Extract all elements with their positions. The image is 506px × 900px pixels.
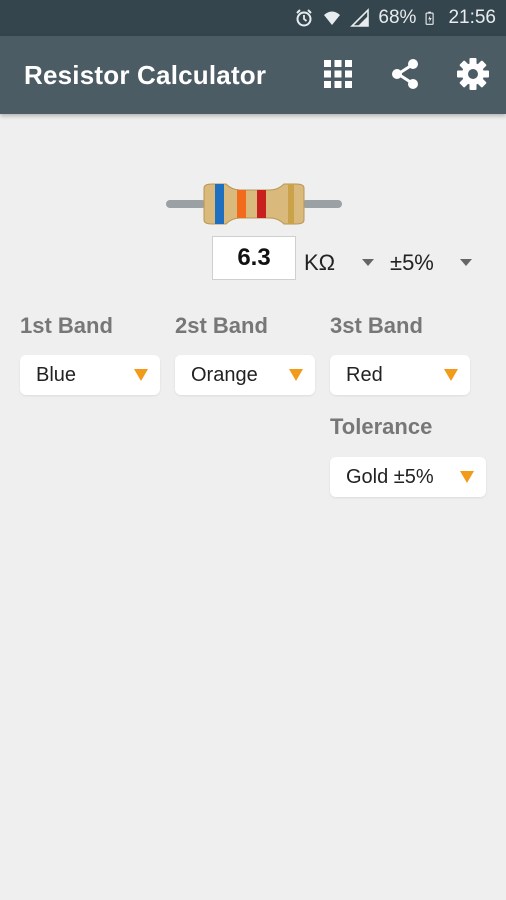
first-band-dropdown[interactable]: Blue	[20, 355, 160, 395]
third-band-dropdown[interactable]: Red	[330, 355, 470, 395]
first-band-value: Blue	[36, 363, 77, 386]
band-tolerance	[288, 184, 294, 224]
unit-select-value: KΩ	[304, 250, 336, 275]
share-icon	[392, 59, 418, 89]
alarm-icon	[296, 9, 313, 27]
dropdown-arrow-icon	[289, 369, 303, 381]
settings-button[interactable]	[455, 56, 491, 92]
signal-icon	[350, 8, 370, 27]
band-1	[215, 184, 224, 224]
app-bar: Resistor Calculator	[0, 36, 506, 114]
grid-icon	[324, 60, 352, 88]
settings-icon	[457, 58, 489, 90]
tolerance-label: Tolerance	[330, 414, 433, 439]
dropdown-arrow-icon	[444, 369, 458, 381]
dropdown-arrow-icon	[134, 369, 148, 381]
tolerance-band-dropdown[interactable]: Gold ±5%	[330, 457, 486, 497]
resistor-lead-right	[302, 200, 342, 208]
second-band-label: 2st Band	[175, 313, 268, 338]
wifi-icon	[324, 11, 341, 25]
resistor-lead-left	[166, 200, 206, 208]
tolerance-value-select[interactable]: ±5%	[390, 246, 482, 280]
share-button[interactable]	[387, 56, 423, 92]
third-band-value: Red	[346, 363, 383, 386]
battery-percent: 68%	[378, 7, 417, 28]
battery-charging-icon	[425, 11, 435, 25]
second-band-value: Orange	[191, 363, 258, 386]
band-3	[257, 190, 266, 218]
chevron-down-icon	[362, 259, 374, 266]
tolerance-value-select-value: ±5%	[390, 250, 434, 275]
status-bar: 68% 21:56	[0, 0, 506, 36]
resistance-value-field[interactable]: 6.3	[212, 236, 296, 280]
tolerance-band-value: Gold ±5%	[346, 465, 434, 488]
grid-button[interactable]	[320, 56, 356, 92]
band-2	[237, 190, 246, 218]
app-title: Resistor Calculator	[24, 60, 267, 90]
resistor-illustration	[166, 183, 342, 225]
chevron-down-icon	[460, 259, 472, 266]
second-band-dropdown[interactable]: Orange	[175, 355, 315, 395]
unit-select[interactable]: KΩ	[304, 246, 384, 280]
dropdown-arrow-icon	[460, 471, 474, 483]
clock: 21:56	[448, 7, 496, 28]
first-band-label: 1st Band	[20, 313, 113, 338]
third-band-label: 3st Band	[330, 313, 423, 338]
